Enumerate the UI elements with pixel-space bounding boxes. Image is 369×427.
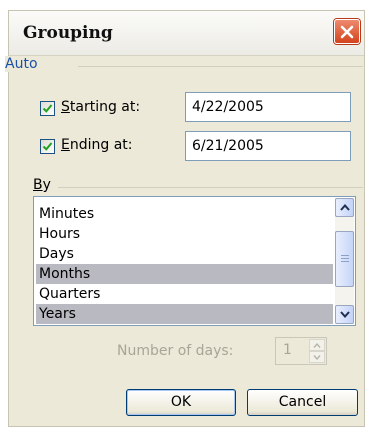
scroll-thumb[interactable] [335, 231, 354, 287]
list-item-months[interactable]: Months [36, 264, 333, 284]
dialog-title: Grouping [23, 23, 113, 43]
auto-group-label: Auto [5, 56, 43, 72]
list-item-quarters[interactable]: Quarters [36, 284, 333, 304]
chevron-down-icon [340, 311, 350, 318]
list-item-years[interactable]: Years [36, 304, 333, 324]
by-group-divider [58, 187, 363, 188]
number-of-days-spinner[interactable]: 1 [275, 337, 327, 365]
check-icon [42, 104, 53, 113]
title-bar[interactable]: Grouping [9, 11, 364, 56]
close-icon [340, 25, 354, 39]
ok-button[interactable]: OK [126, 389, 236, 416]
starting-at-label: Starting at: [61, 99, 141, 115]
list-item-minutes[interactable]: Minutes [36, 204, 333, 224]
spin-down-button[interactable] [309, 351, 325, 363]
spinner-buttons[interactable] [309, 339, 325, 363]
ending-at-checkbox[interactable] [40, 139, 55, 154]
close-button[interactable] [334, 19, 360, 44]
starting-at-checkbox[interactable] [40, 101, 55, 116]
list-item-hours[interactable]: Hours [36, 224, 333, 244]
spin-down-icon [313, 355, 321, 360]
by-listbox[interactable]: Minutes Hours Days Months Quarters Years [33, 196, 356, 326]
scroll-up-button[interactable] [335, 198, 354, 217]
scroll-down-button[interactable] [335, 305, 354, 324]
number-of-days-label: Number of days: [117, 343, 234, 359]
list-item-days[interactable]: Days [36, 244, 333, 264]
vertical-scrollbar[interactable] [335, 198, 354, 324]
auto-group-divider [78, 66, 363, 67]
spin-up-icon [313, 343, 321, 348]
ending-at-field[interactable]: 6/21/2005 [185, 131, 351, 161]
by-group-label: By [33, 177, 56, 193]
cancel-button[interactable]: Cancel [247, 389, 358, 416]
chevron-up-icon [340, 204, 350, 211]
number-of-days-value: 1 [283, 342, 292, 358]
check-icon [42, 142, 53, 151]
spin-up-button[interactable] [309, 339, 325, 351]
ending-at-label: Ending at: [61, 137, 133, 153]
starting-at-field[interactable]: 4/22/2005 [185, 92, 351, 122]
